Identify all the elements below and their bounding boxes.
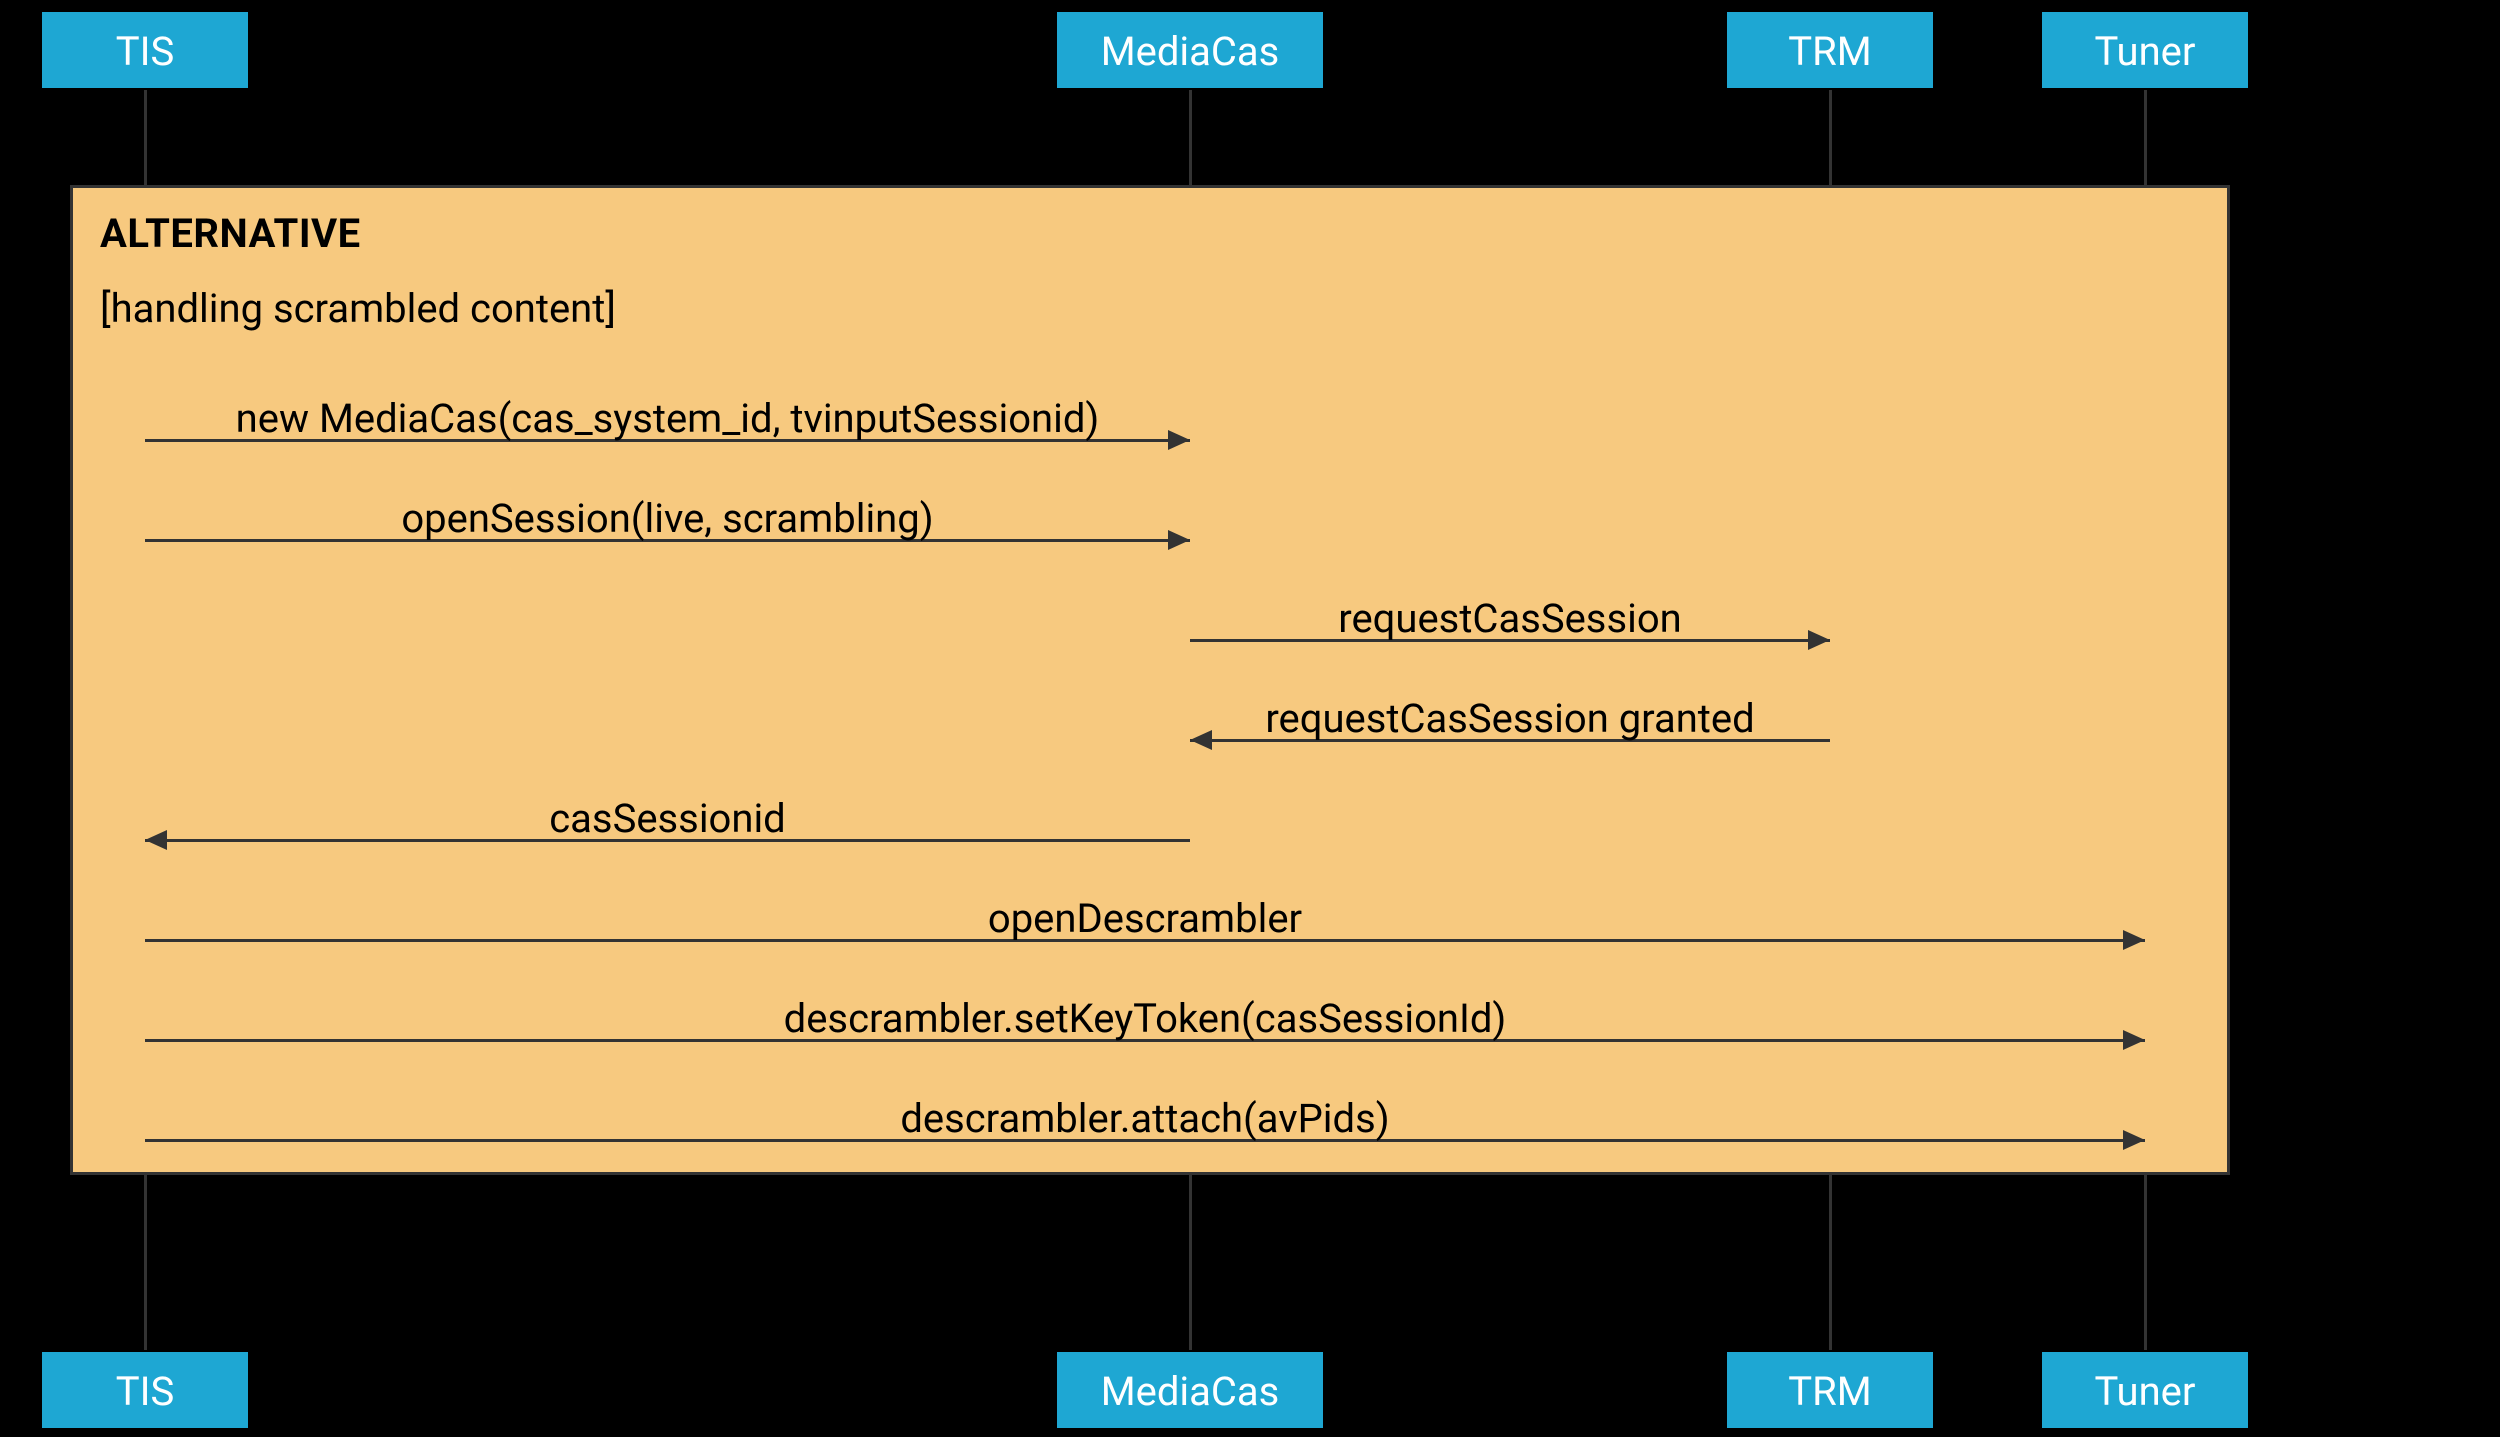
message-label: casSessionid: [145, 795, 1190, 842]
message-label: new MediaCas(cas_system_id, tvinputSessi…: [145, 395, 1190, 442]
participant-trm-top: TRM: [1725, 10, 1935, 90]
message-label: requestCasSession granted: [1190, 695, 1830, 742]
participant-mediacas-top: MediaCas: [1055, 10, 1325, 90]
participant-trm-bottom: TRM: [1725, 1350, 1935, 1430]
alt-title: ALTERNATIVE: [100, 210, 361, 257]
participant-tis-top: TIS: [40, 10, 250, 90]
participant-mediacas-bottom: MediaCas: [1055, 1350, 1325, 1430]
message-label: descrambler.setKeyToken(casSessionId): [145, 995, 2145, 1042]
message-label: requestCasSession: [1190, 595, 1830, 642]
participant-tuner-bottom: Tuner: [2040, 1350, 2250, 1430]
message-label: descrambler.attach(avPids): [145, 1095, 2145, 1142]
message-label: openSession(live, scrambling): [145, 495, 1190, 542]
participant-tuner-top: Tuner: [2040, 10, 2250, 90]
message-label: openDescrambler: [145, 895, 2145, 942]
sequence-diagram: ALTERNATIVE [handling scrambled content] n…: [0, 0, 2500, 1437]
participant-tis-bottom: TIS: [40, 1350, 250, 1430]
alt-condition: [handling scrambled content]: [100, 285, 616, 332]
